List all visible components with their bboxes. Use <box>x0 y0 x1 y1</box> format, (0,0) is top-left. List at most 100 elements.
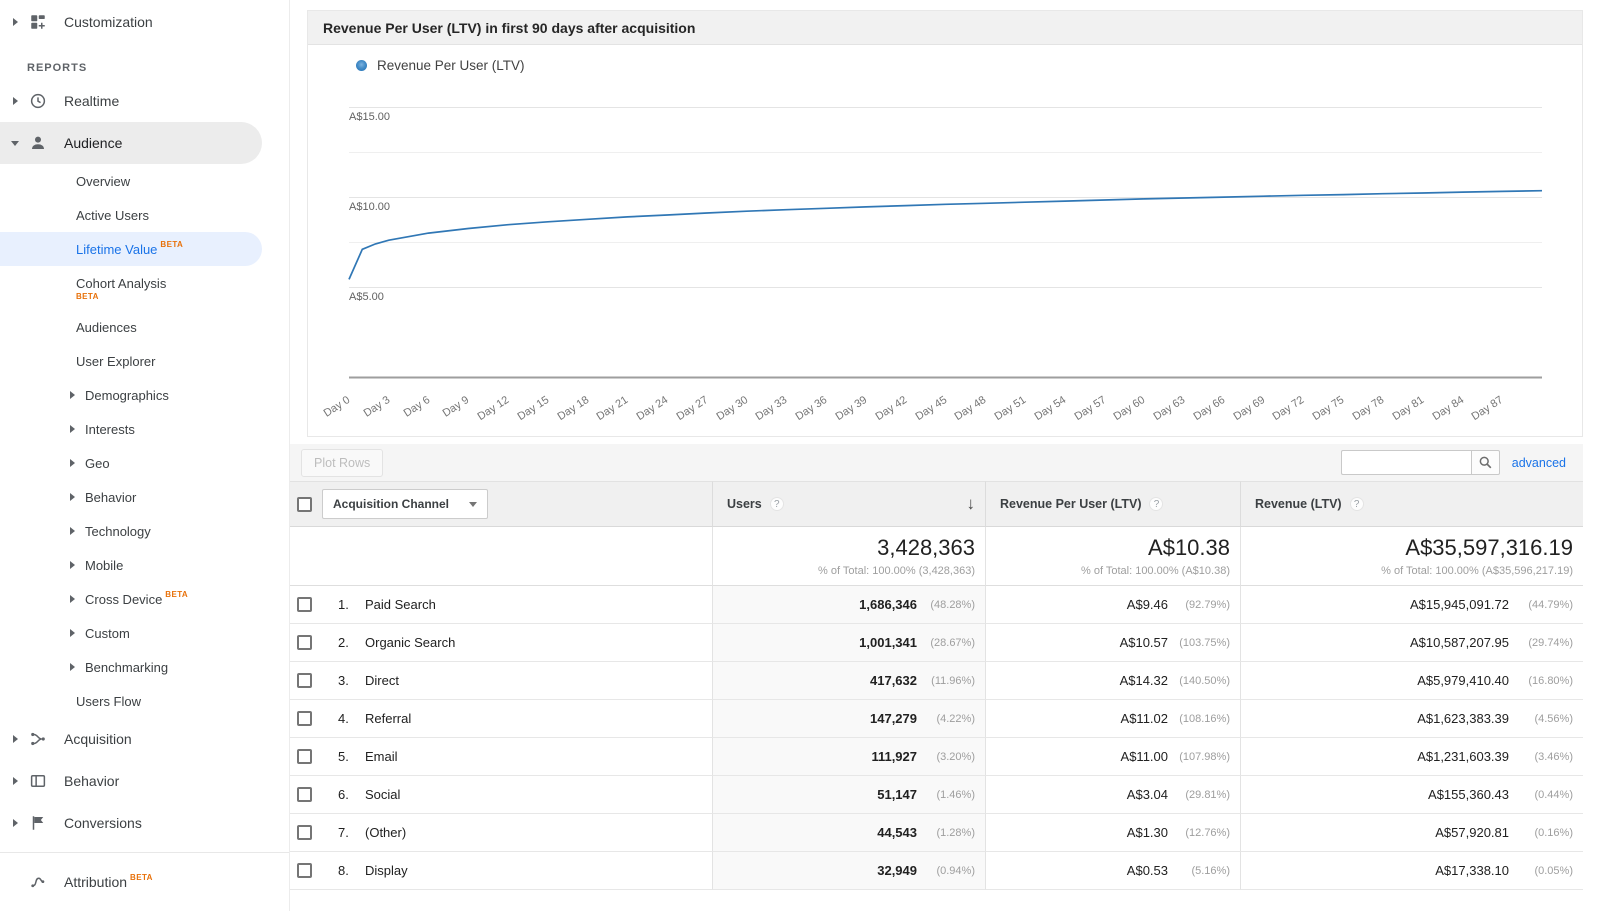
table-toolbar: Plot Rows advanced <box>290 444 1583 481</box>
sidebar-item-custom[interactable]: Custom <box>0 616 262 650</box>
rpu-value: A$9.46 <box>1127 597 1168 612</box>
sort-desc-icon[interactable]: ↓ <box>967 494 976 514</box>
chart-legend[interactable]: Revenue Per User (LTV) <box>356 58 525 73</box>
plot-rows-button[interactable]: Plot Rows <box>301 449 383 477</box>
sidebar-item-overview[interactable]: Overview <box>0 164 262 198</box>
beta-badge: BETA <box>165 590 188 599</box>
revenue-pct: (4.56%) <box>1509 713 1573 725</box>
users-pct: (1.46%) <box>917 789 975 801</box>
sidebar-item-label: Realtime <box>64 93 119 109</box>
users-value: 32,949 <box>877 863 917 878</box>
sidebar-item-label: Geo <box>85 456 110 471</box>
cell-users: 147,279(4.22%) <box>712 700 985 738</box>
revenue-pct: (16.80%) <box>1509 675 1573 687</box>
row-rank: 8. <box>338 863 365 878</box>
rpu-pct: (140.50%) <box>1168 675 1230 687</box>
table-row: 1.Paid Search1,686,346(48.28%)A$9.46(92.… <box>290 586 1583 624</box>
sidebar-item-label: Audience <box>64 135 122 151</box>
rpu-pct: (29.81%) <box>1168 789 1230 801</box>
row-checkbox[interactable] <box>297 635 312 650</box>
sidebar-item-interests[interactable]: Interests <box>0 412 262 446</box>
revenue-value: A$5,979,410.40 <box>1417 673 1509 688</box>
search-input[interactable] <box>1341 450 1471 475</box>
sidebar-item-realtime[interactable]: Realtime <box>0 80 262 122</box>
rpu-pct: (12.76%) <box>1168 827 1230 839</box>
sidebar-item-demographics[interactable]: Demographics <box>0 378 262 412</box>
row-checkbox-cell <box>290 624 318 662</box>
header-users-cell[interactable]: Users ? ↓ <box>712 481 985 527</box>
row-rank: 6. <box>338 787 365 802</box>
advanced-search-link[interactable]: advanced <box>1512 456 1566 470</box>
sidebar-item-audiences[interactable]: Audiences <box>0 310 262 344</box>
row-checkbox[interactable] <box>297 825 312 840</box>
cell-users: 1,001,341(28.67%) <box>712 624 985 662</box>
cell-channel: 1.Paid Search <box>318 586 712 624</box>
select-all-checkbox[interactable] <box>297 497 312 512</box>
cell-channel: 8.Display <box>318 852 712 890</box>
sidebar-item-cohort-analysis[interactable]: Cohort AnalysisBETA <box>0 266 262 310</box>
help-icon[interactable]: ? <box>1350 497 1364 511</box>
flag-icon <box>29 814 47 832</box>
row-checkbox[interactable] <box>297 673 312 688</box>
revenue-value: A$57,920.81 <box>1435 825 1509 840</box>
sidebar-item-label: Lifetime Value <box>76 242 157 257</box>
sidebar-item-conversions[interactable]: Conversions <box>0 802 262 844</box>
header-revenue-cell[interactable]: Revenue (LTV) ? <box>1240 481 1583 527</box>
sidebar-item-behavior[interactable]: Behavior <box>0 760 262 802</box>
sidebar-item-acquisition[interactable]: Acquisition <box>0 718 262 760</box>
sidebar-item-behavior[interactable]: Behavior <box>0 480 262 514</box>
users-pct: (28.67%) <box>917 637 975 649</box>
chevron-right-icon <box>10 777 20 785</box>
cell-revenue-per-user: A$10.57(103.75%) <box>985 624 1240 662</box>
chevron-right-icon <box>70 629 78 637</box>
main-content: Revenue Per User (LTV) in first 90 days … <box>290 0 1600 911</box>
sidebar-item-label: Cohort Analysis <box>76 276 166 291</box>
row-checkbox[interactable] <box>297 787 312 802</box>
table-row: 8.Display32,949(0.94%)A$0.53(5.16%)A$17,… <box>290 852 1583 890</box>
chart-title: Revenue Per User (LTV) in first 90 days … <box>308 11 1582 45</box>
rpu-value: A$0.53 <box>1127 863 1168 878</box>
row-checkbox[interactable] <box>297 711 312 726</box>
header-checkbox-cell <box>290 481 318 527</box>
ltv-line-chart <box>308 45 1582 436</box>
cell-revenue-per-user: A$9.46(92.79%) <box>985 586 1240 624</box>
sidebar-item-audience[interactable]: Audience <box>0 122 262 164</box>
y-axis-tick-label: A$10.00 <box>349 201 390 213</box>
row-checkbox[interactable] <box>297 597 312 612</box>
sidebar-item-label: Benchmarking <box>85 660 168 675</box>
sidebar-item-customization[interactable]: Customization <box>0 4 262 40</box>
users-pct: (1.28%) <box>917 827 975 839</box>
sidebar-item-mobile[interactable]: Mobile <box>0 548 262 582</box>
row-checkbox[interactable] <box>297 749 312 764</box>
cell-users: 51,147(1.46%) <box>712 776 985 814</box>
sidebar-item-geo[interactable]: Geo <box>0 446 262 480</box>
help-icon[interactable]: ? <box>1149 497 1163 511</box>
sidebar-item-users-flow[interactable]: Users Flow <box>0 684 262 718</box>
revenue-pct: (3.46%) <box>1509 751 1573 763</box>
rpu-value: A$11.02 <box>1121 711 1168 726</box>
users-pct: (48.28%) <box>917 599 975 611</box>
summary-revenue-value: A$35,597,316.19 <box>1405 535 1573 561</box>
row-checkbox-cell <box>290 814 318 852</box>
users-pct: (4.22%) <box>917 713 975 725</box>
chevron-right-icon <box>10 18 20 26</box>
dimension-dropdown-button[interactable]: Acquisition Channel <box>322 489 488 519</box>
sidebar-item-benchmarking[interactable]: Benchmarking <box>0 650 262 684</box>
sidebar-item-attribution[interactable]: AttributionBETA <box>0 861 262 903</box>
customize-icon <box>29 13 47 31</box>
sidebar-item-user-explorer[interactable]: User Explorer <box>0 344 262 378</box>
search-button[interactable] <box>1471 450 1500 475</box>
sidebar-item-technology[interactable]: Technology <box>0 514 262 548</box>
row-checkbox[interactable] <box>297 863 312 878</box>
summary-revenue-pct: % of Total: 100.00% (A$35,596,217.19) <box>1381 565 1573 577</box>
table-body: 1.Paid Search1,686,346(48.28%)A$9.46(92.… <box>290 586 1600 890</box>
help-icon[interactable]: ? <box>770 497 784 511</box>
cell-channel: 3.Direct <box>318 662 712 700</box>
sidebar-item-lifetime-value[interactable]: Lifetime ValueBETA <box>0 232 262 266</box>
chevron-right-icon <box>70 527 78 535</box>
sidebar-item-cross-device[interactable]: Cross DeviceBETA <box>0 582 262 616</box>
cell-revenue: A$15,945,091.72(44.79%) <box>1240 586 1583 624</box>
sidebar-item-active-users[interactable]: Active Users <box>0 198 262 232</box>
table-header-row: Acquisition Channel Users ? ↓ Revenue Pe… <box>290 481 1583 527</box>
header-rpu-cell[interactable]: Revenue Per User (LTV) ? <box>985 481 1240 527</box>
